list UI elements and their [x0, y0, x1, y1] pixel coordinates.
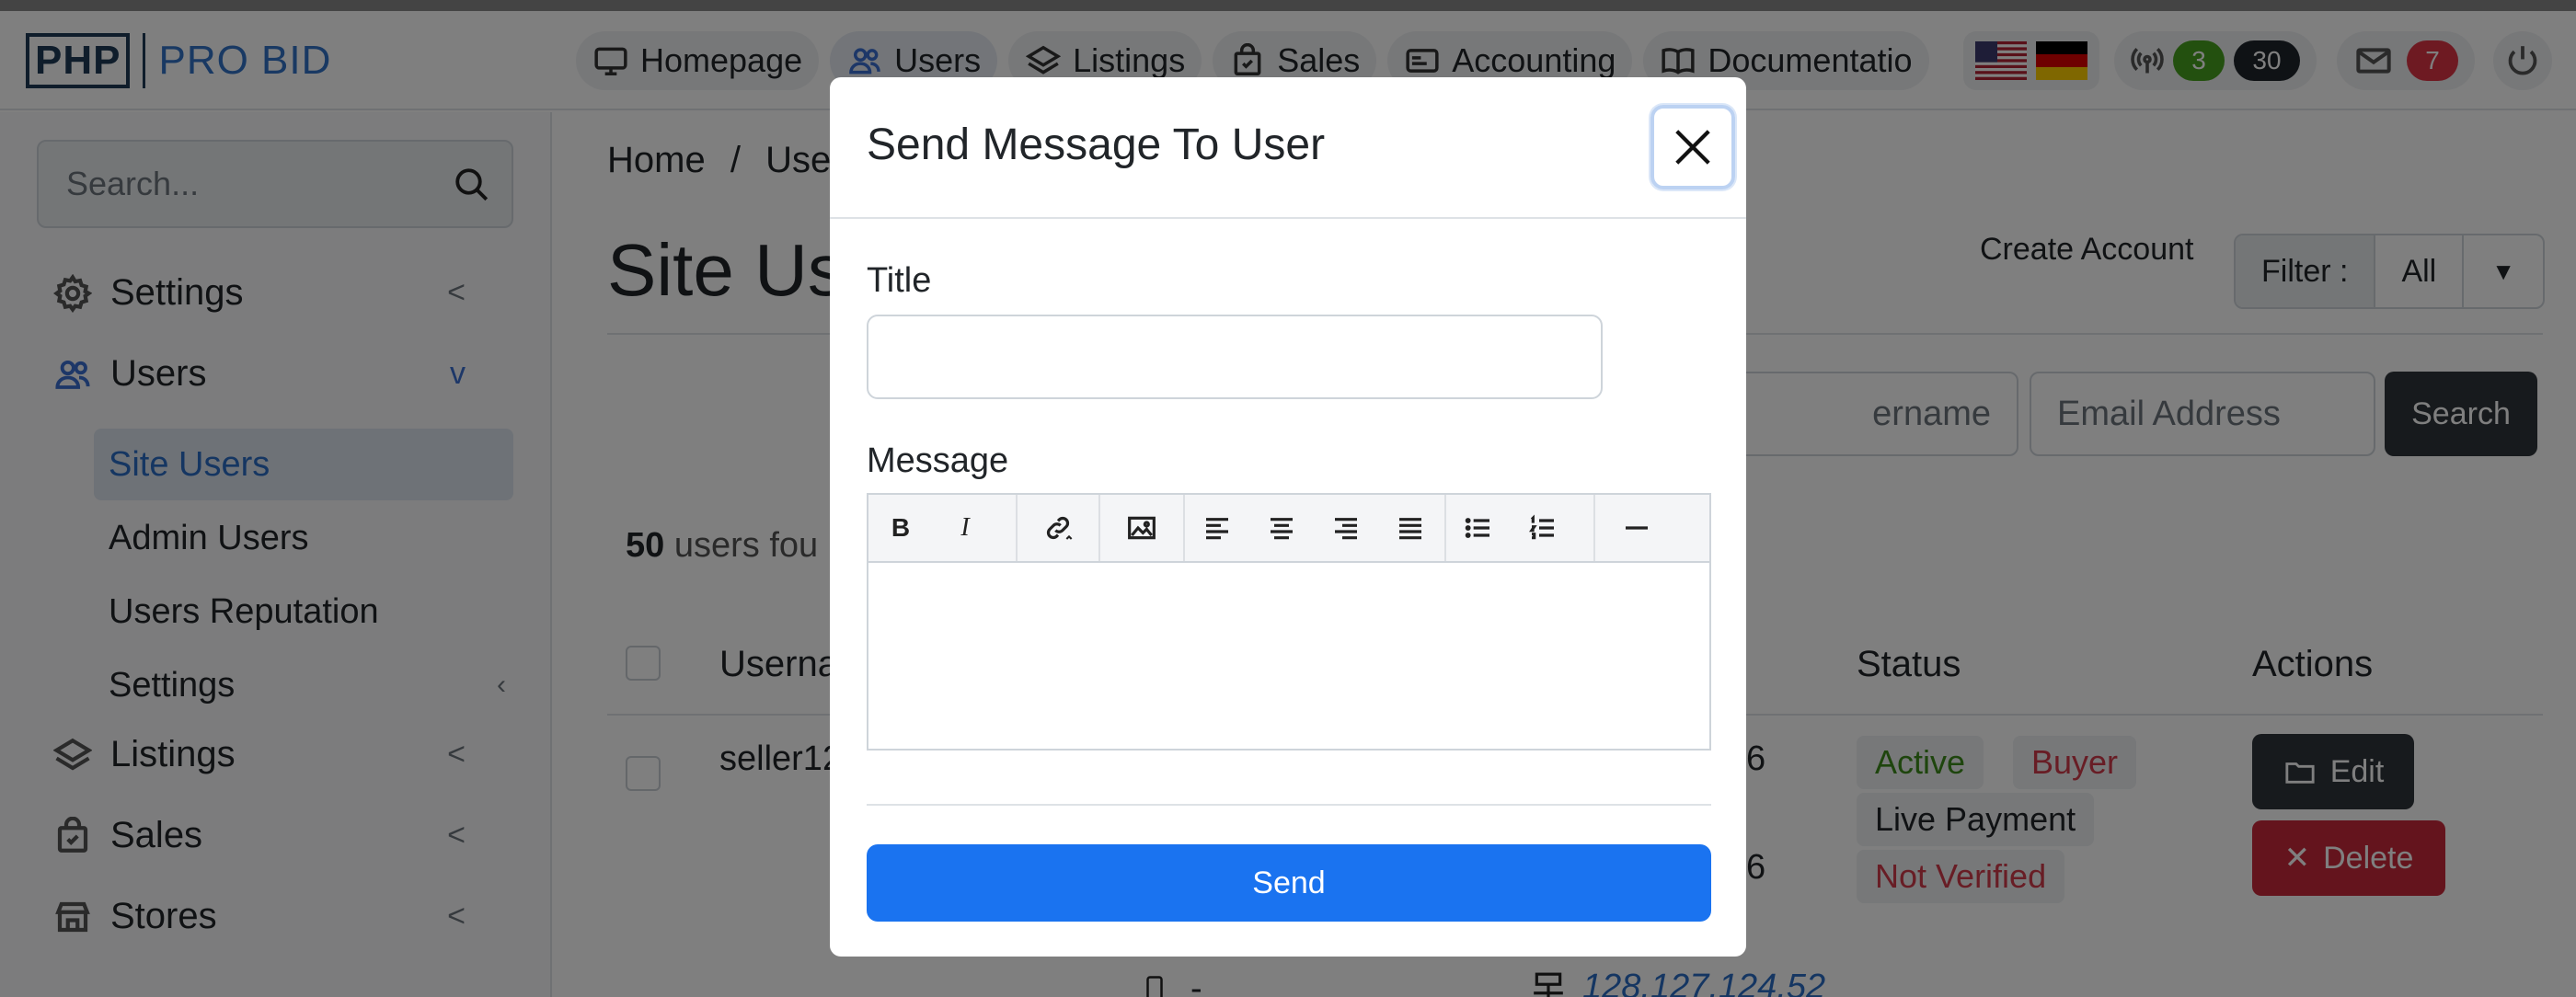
align-justify-button[interactable]: [1378, 495, 1443, 561]
toolbar-group-image: [1100, 495, 1185, 561]
title-input[interactable]: [867, 315, 1603, 399]
align-left-button[interactable]: [1185, 495, 1249, 561]
horizontal-rule-button[interactable]: [1595, 495, 1678, 561]
italic-button[interactable]: I: [933, 495, 997, 561]
horizontal-rule-icon: [1626, 526, 1648, 530]
align-left-icon: [1206, 518, 1228, 540]
align-right-button[interactable]: [1314, 495, 1378, 561]
bullet-list-button[interactable]: [1446, 495, 1511, 561]
close-icon: [1675, 130, 1710, 165]
toolbar-group-link: [1018, 495, 1100, 561]
image-icon: [1128, 516, 1156, 540]
modal-close-button[interactable]: [1650, 105, 1735, 189]
link-button[interactable]: [1018, 495, 1098, 561]
align-center-icon: [1271, 518, 1293, 540]
align-justify-icon: [1399, 518, 1421, 540]
editor-toolbar: B I: [868, 495, 1709, 563]
message-textarea[interactable]: [868, 563, 1709, 749]
toolbar-group-lists: [1446, 495, 1595, 561]
message-field-label: Message: [867, 441, 1009, 480]
title-field-label: Title: [867, 261, 932, 300]
toolbar-group-align: [1185, 495, 1446, 561]
toolbar-group-format: B I: [868, 495, 1018, 561]
toolbar-group-rule: [1595, 495, 1678, 561]
numbered-list-icon: [1529, 514, 1554, 540]
message-editor: B I: [867, 493, 1711, 751]
send-message-modal: Send Message To User Title Message B I S…: [830, 77, 1746, 957]
link-icon: [1046, 516, 1073, 540]
numbered-list-button[interactable]: [1511, 495, 1575, 561]
bold-button[interactable]: B: [868, 495, 933, 561]
bullet-list-icon: [1465, 518, 1489, 538]
send-button[interactable]: Send: [867, 844, 1711, 922]
image-button[interactable]: [1100, 495, 1183, 561]
modal-header: Send Message To User: [830, 77, 1746, 219]
align-center-button[interactable]: [1249, 495, 1314, 561]
modal-title: Send Message To User: [867, 120, 1326, 169]
align-right-icon: [1335, 518, 1357, 540]
modal-footer-divider: [867, 804, 1711, 806]
